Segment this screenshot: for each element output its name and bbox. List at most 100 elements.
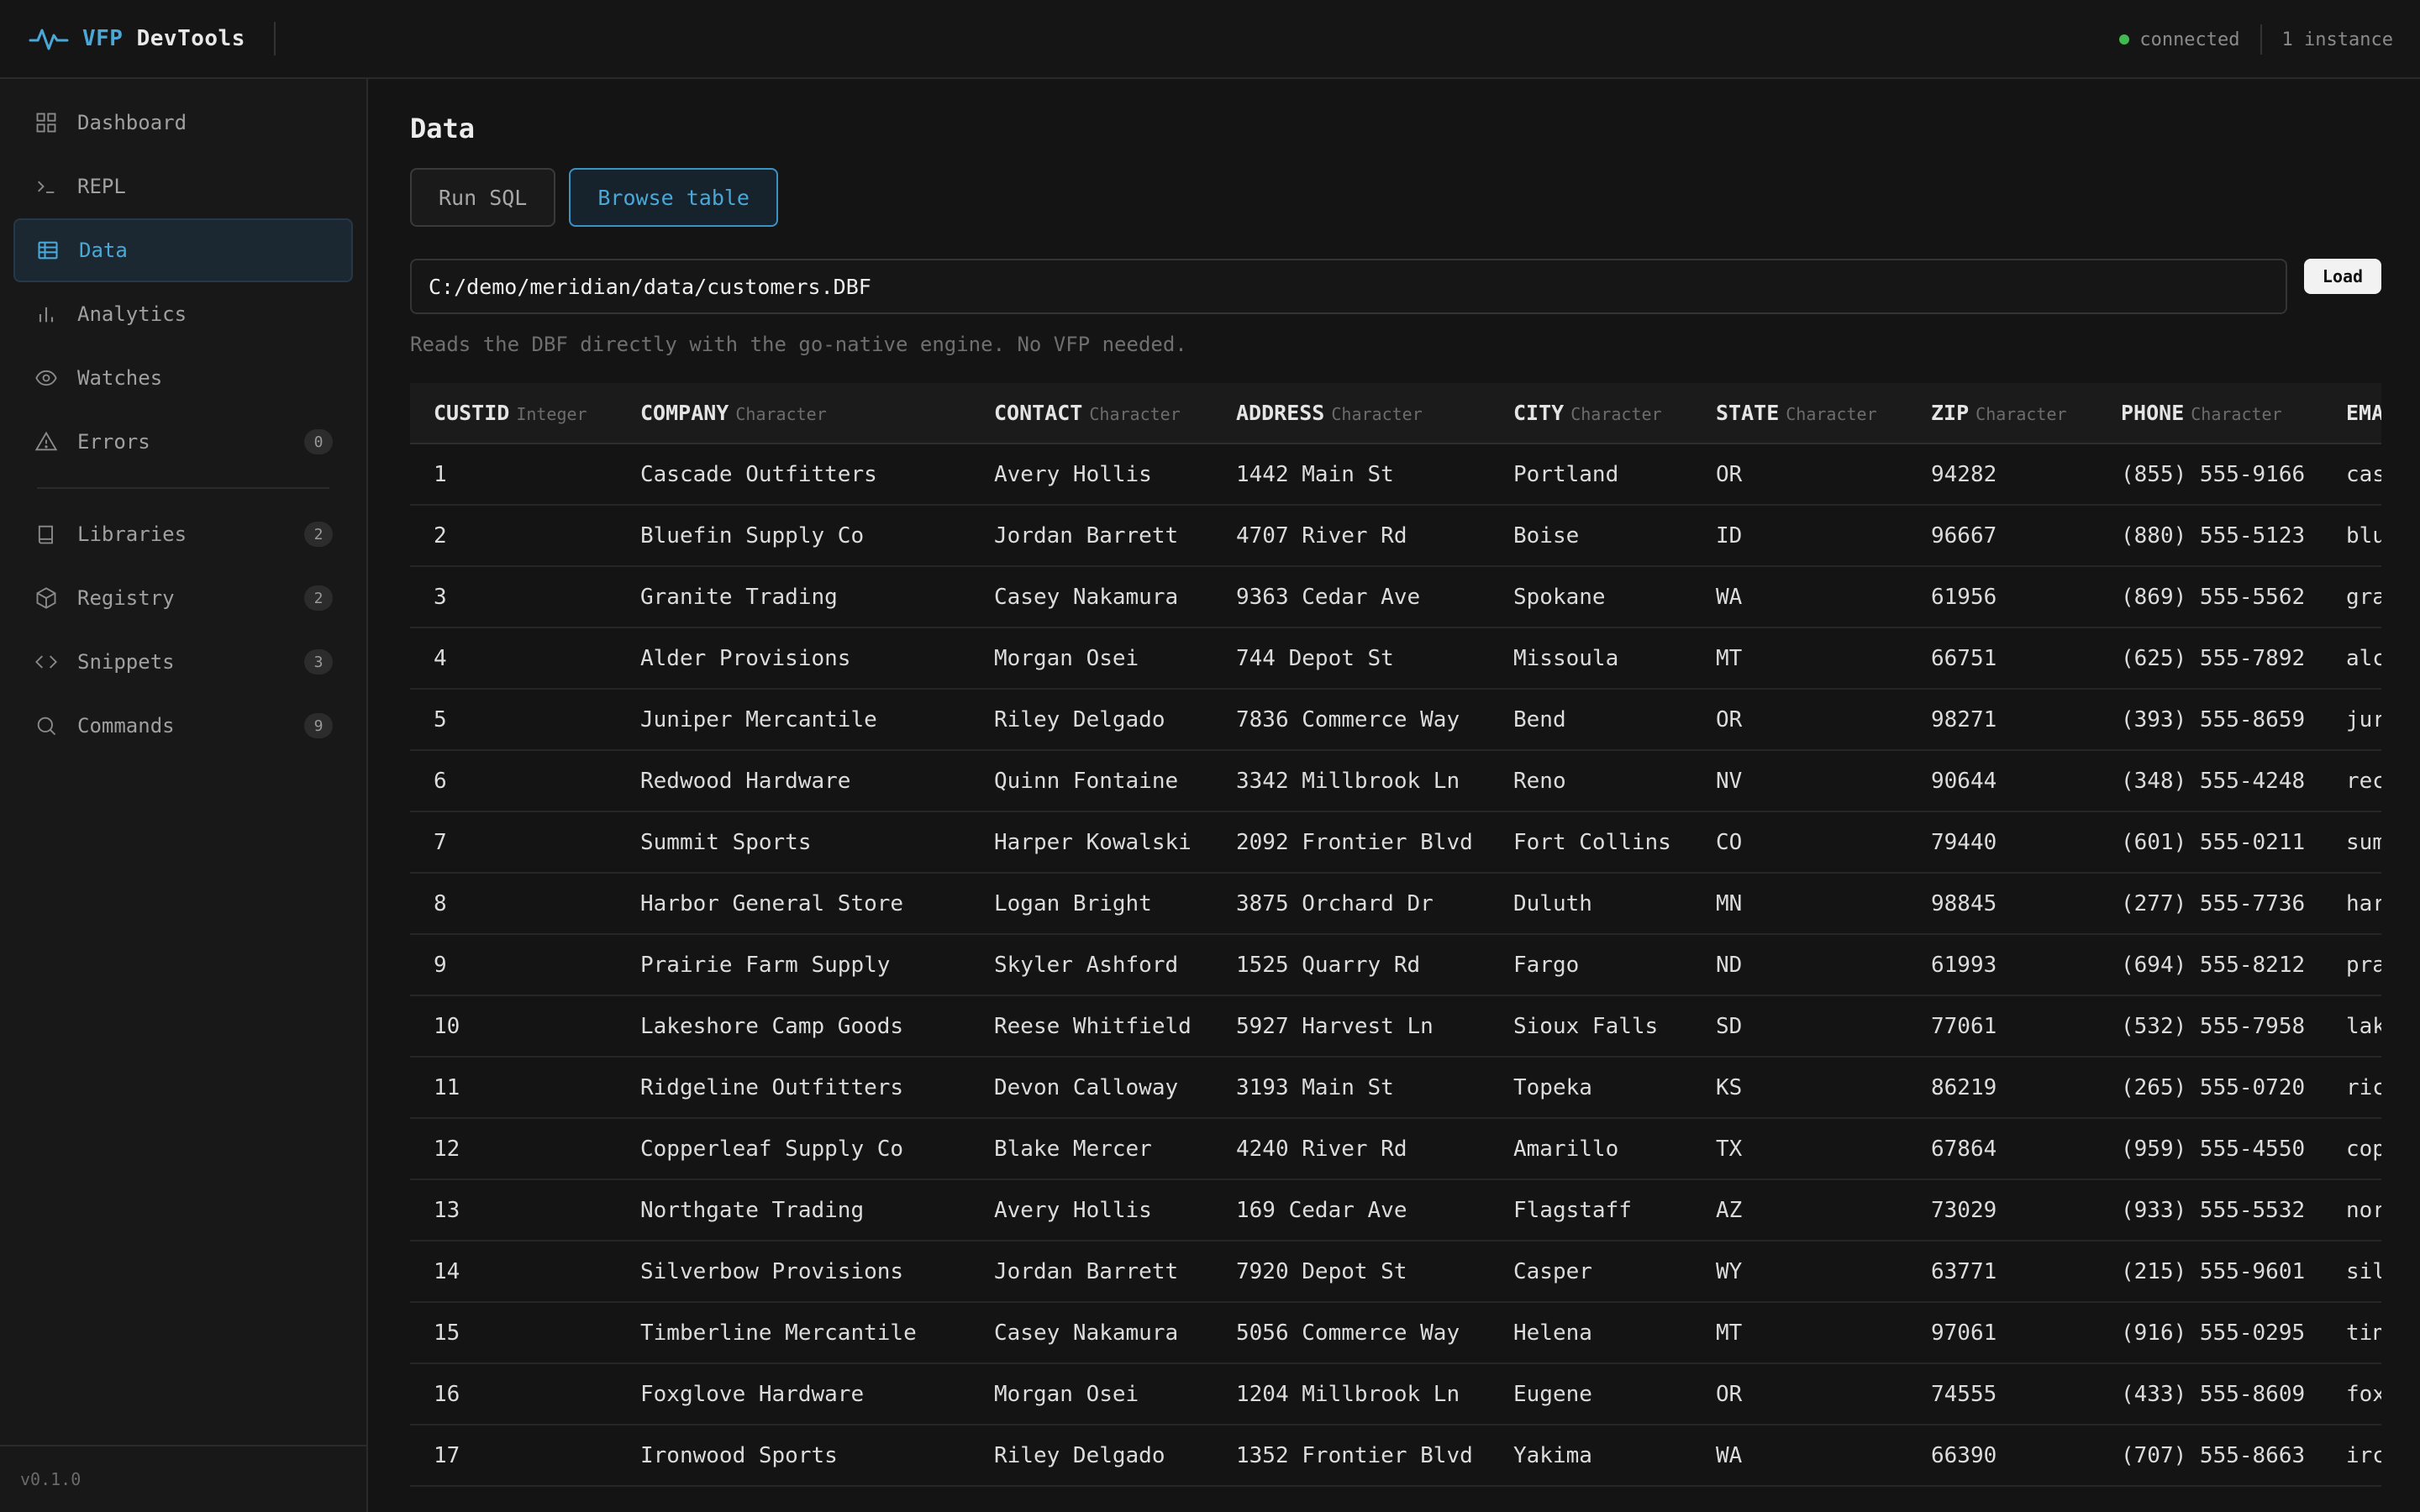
column-header-contact[interactable]: CONTACT Character [971, 383, 1213, 444]
tab-run-sql[interactable]: Run SQL [410, 168, 556, 227]
sidebar-item-label: Dashboard [77, 111, 187, 134]
table-cell: cas [2346, 461, 2381, 487]
column-name: ZIP [1931, 401, 1970, 425]
table-cell: 5927 Harvest Ln [1236, 1013, 1434, 1039]
table-row[interactable]: 17 Ironwood Sports Riley Delgado 1352 Front… [410, 1425, 2381, 1486]
table-cell: 74555 [1931, 1381, 1997, 1407]
column-type: Character [1089, 404, 1181, 424]
table-row[interactable]: 2 Bluefin Supply Co Jordan Barrett 4707 Riv… [410, 505, 2381, 566]
column-header-city[interactable]: CITY Character [1490, 383, 1692, 444]
load-button[interactable]: Load [2304, 259, 2381, 294]
table-cell: Morgan Osei [994, 1381, 1139, 1407]
table-cell: 73029 [1931, 1197, 1997, 1223]
sidebar-item-errors[interactable]: Errors 0 [13, 410, 353, 474]
table-row[interactable]: 14 Silverbow Provisions Jordan Barrett 7920… [410, 1241, 2381, 1302]
table-cell: Spokane [1513, 584, 1606, 610]
table-cell: 4240 River Rd [1236, 1136, 1407, 1162]
table-cell: 61956 [1931, 584, 1997, 610]
brand[interactable]: VFP DevTools [0, 0, 245, 77]
sidebar-item-label: Libraries [77, 522, 187, 546]
table-cell: Bluefin Supply Co [640, 522, 865, 549]
table-cell: AZ [1716, 1197, 1743, 1223]
column-header-ema[interactable]: EMA [2323, 383, 2381, 444]
table-cell: WY [1716, 1258, 1743, 1284]
dbf-path-input[interactable] [410, 259, 2287, 314]
column-header-state[interactable]: STATE Character [1692, 383, 1907, 444]
table-cell: (601) 555-0211 [2121, 829, 2306, 855]
table-row[interactable]: 13 Northgate Trading Avery Hollis 169 Cedar… [410, 1179, 2381, 1241]
connection-status: connected 1 instance [2119, 0, 2393, 79]
sidebar-item-libraries[interactable]: Libraries 2 [13, 502, 353, 566]
table-cell: SD [1716, 1013, 1743, 1039]
search-icon [34, 713, 59, 738]
column-type: Character [1786, 404, 1877, 424]
instance-count[interactable]: 1 instance [2282, 29, 2393, 50]
sidebar-item-snippets[interactable]: Snippets 3 [13, 630, 353, 694]
table-row[interactable]: 1 Cascade Outfitters Avery Hollis 1442 Main… [410, 444, 2381, 505]
table-row[interactable]: 9 Prairie Farm Supply Skyler Ashford 1525 Q… [410, 934, 2381, 995]
column-type: Character [2191, 404, 2282, 424]
column-header-address[interactable]: ADDRESS Character [1213, 383, 1490, 444]
results-table-container[interactable]: CUSTID Integer COMPANY Character CONTACT Char… [410, 383, 2381, 1512]
sidebar-item-watches[interactable]: Watches [13, 346, 353, 410]
column-header-zip[interactable]: ZIP Character [1907, 383, 2097, 444]
table-cell: 77061 [1931, 1013, 1997, 1039]
table-row[interactable]: 12 Copperleaf Supply Co Blake Mercer 4240 R… [410, 1118, 2381, 1179]
column-header-company[interactable]: COMPANY Character [617, 383, 971, 444]
table-cell: 98845 [1931, 890, 1997, 916]
table-cell: Morgan Osei [994, 645, 1139, 671]
table-cell: 94282 [1931, 461, 1997, 487]
tab-browse-table[interactable]: Browse table [569, 168, 778, 227]
column-type: Character [1570, 404, 1662, 424]
table-row[interactable]: 3 Granite Trading Casey Nakamura 9363 Cedar… [410, 566, 2381, 627]
table-cell: Alder Provisions [640, 645, 851, 671]
sidebar-item-label: Registry [77, 586, 175, 610]
table-cell: (433) 555-8609 [2121, 1381, 2306, 1407]
table-cell: 17 [434, 1442, 460, 1468]
table-row[interactable]: 11 Ridgeline Outfitters Devon Calloway 3193… [410, 1057, 2381, 1118]
sidebar-item-registry[interactable]: Registry 2 [13, 566, 353, 630]
table-cell: 7 [434, 829, 447, 855]
table-row[interactable]: 7 Summit Sports Harper Kowalski 2092 Fronti… [410, 811, 2381, 873]
app-title: VFP DevTools [82, 26, 245, 51]
column-header-phone[interactable]: PHONE Character [2097, 383, 2323, 444]
table-cell: Jordan Barrett [994, 1258, 1179, 1284]
column-header-custid[interactable]: CUSTID Integer [410, 383, 617, 444]
table-row[interactable]: 5 Juniper Mercantile Riley Delgado 7836 Com… [410, 689, 2381, 750]
table-row[interactable]: 16 Foxglove Hardware Morgan Osei 1204 Millb… [410, 1363, 2381, 1425]
table-cell: 16 [434, 1381, 460, 1407]
table-cell: OR [1716, 706, 1743, 732]
table-cell: Riley Delgado [994, 706, 1165, 732]
table-row[interactable]: 4 Alder Provisions Morgan Osei 744 Depot St… [410, 627, 2381, 689]
table-row[interactable]: 10 Lakeshore Camp Goods Reese Whitfield 592… [410, 995, 2381, 1057]
table-cell: KS [1716, 1074, 1743, 1100]
mode-tabs: Run SQL Browse table [410, 168, 792, 227]
table-row[interactable]: 8 Harbor General Store Logan Bright 3875 Or… [410, 873, 2381, 934]
table-cell: ID [1716, 522, 1743, 549]
table-cell: NV [1716, 768, 1743, 794]
column-name: CITY [1513, 401, 1565, 425]
sidebar-item-dashboard[interactable]: Dashboard [13, 91, 353, 155]
sidebar-item-commands[interactable]: Commands 9 [13, 694, 353, 758]
sidebar-item-repl[interactable]: REPL [13, 155, 353, 218]
libraries-count-badge: 2 [304, 522, 333, 547]
table-cell: blu [2346, 522, 2381, 549]
table-cell: (694) 555-8212 [2121, 952, 2306, 978]
table-row[interactable]: 15 Timberline Mercantile Casey Nakamura 505… [410, 1302, 2381, 1363]
table-cell: 7920 Depot St [1236, 1258, 1407, 1284]
table-cell: Flagstaff [1513, 1197, 1632, 1223]
table-cell: Casey Nakamura [994, 584, 1179, 610]
sidebar-item-data[interactable]: Data [13, 218, 353, 282]
table-cell: Yakima [1513, 1442, 1592, 1468]
table-cell: (625) 555-7892 [2121, 645, 2306, 671]
table-cell: 4707 River Rd [1236, 522, 1407, 549]
table-cell: Missoula [1513, 645, 1619, 671]
table-icon [35, 238, 60, 263]
table-row[interactable]: 6 Redwood Hardware Quinn Fontaine 3342 Mill… [410, 750, 2381, 811]
table-cell: WA [1716, 1442, 1743, 1468]
snippets-count-badge: 3 [304, 649, 333, 675]
code-icon [34, 649, 59, 675]
column-name: ADDRESS [1236, 401, 1325, 425]
table-cell: 5 [434, 706, 447, 732]
sidebar-item-analytics[interactable]: Analytics [13, 282, 353, 346]
